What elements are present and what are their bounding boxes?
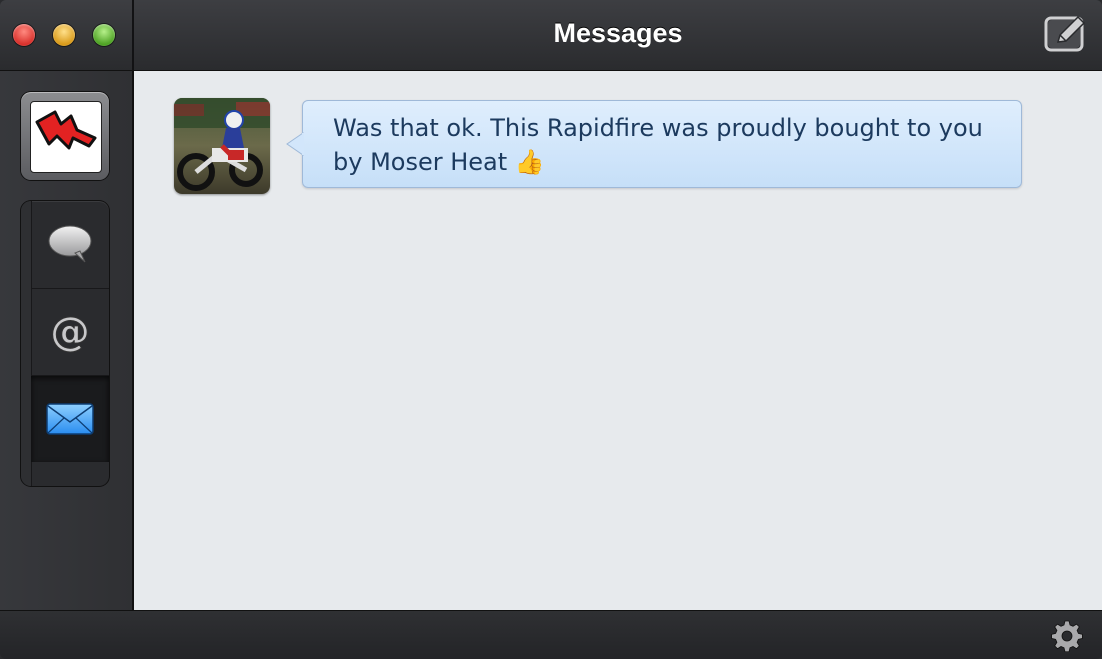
app-window: Messages @ Was that ok. This Rapidfire w… (0, 0, 1102, 659)
envelope-icon (46, 403, 94, 435)
close-window-button[interactable] (13, 24, 35, 46)
bubble-tail (286, 132, 304, 156)
sidebar: @ (0, 71, 134, 610)
svg-text:@: @ (50, 309, 90, 355)
nav-item-timeline[interactable] (31, 201, 109, 287)
rapidfire-logo-icon (35, 110, 97, 150)
zoom-window-button[interactable] (93, 24, 115, 46)
motocross-photo (174, 98, 270, 194)
nav-group: @ (21, 201, 109, 486)
nav-item-messages[interactable] (31, 375, 109, 462)
at-sign-icon: @ (50, 309, 91, 355)
minimize-window-button[interactable] (53, 24, 75, 46)
compose-button[interactable] (1044, 14, 1088, 54)
gear-icon (1051, 620, 1083, 653)
speech-bubble-icon (48, 225, 92, 263)
nav-item-mentions[interactable]: @ (31, 288, 109, 375)
settings-button[interactable] (1051, 620, 1083, 653)
compose-icon (1044, 15, 1086, 52)
title-bar: Messages (0, 0, 1102, 71)
bottom-bar (0, 610, 1102, 659)
account-avatar (30, 101, 102, 173)
account-button[interactable] (21, 92, 109, 180)
sender-avatar[interactable] (174, 98, 270, 194)
window-title: Messages (553, 18, 683, 48)
message-text: Was that ok. This Rapidfire was proudly … (333, 114, 983, 176)
conversation-pane: Was that ok. This Rapidfire was proudly … (134, 71, 1102, 610)
message-bubble[interactable]: Was that ok. This Rapidfire was proudly … (286, 100, 1022, 188)
